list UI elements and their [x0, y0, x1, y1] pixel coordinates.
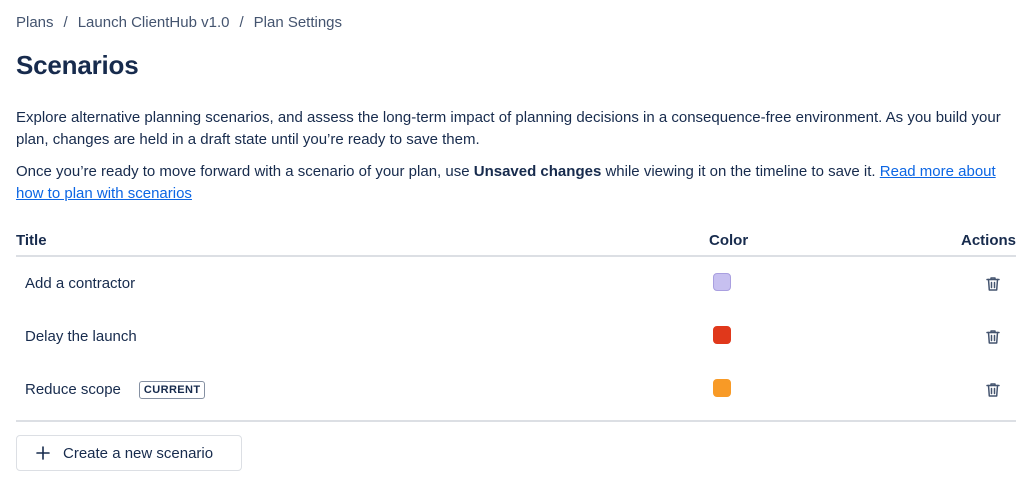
table-body: Add a contractor Delay the launch Reduce…	[16, 257, 1016, 422]
column-header-title: Title	[16, 232, 47, 249]
color-swatch[interactable]	[713, 272, 731, 291]
create-scenario-button[interactable]: Create a new scenario	[16, 435, 242, 471]
color-swatch[interactable]	[713, 325, 731, 344]
unsaved-changes-emphasis: Unsaved changes	[473, 163, 602, 180]
plus-icon	[35, 445, 51, 461]
color-swatch[interactable]	[713, 378, 731, 397]
breadcrumb-separator: /	[239, 14, 244, 31]
breadcrumb-separator: /	[63, 14, 68, 31]
scenario-title: Delay the launch	[25, 328, 137, 345]
instructions-text-suffix: while viewing it on the timeline to save…	[601, 163, 880, 180]
instructions-text: Once you’re ready to move forward with a…	[16, 163, 474, 180]
scenario-title: Add a contractor	[25, 275, 136, 292]
table-row: Add a contractor	[16, 257, 1016, 310]
column-header-color: Color	[709, 232, 749, 249]
breadcrumb: Plans / Launch ClientHub v1.0 / Plan Set…	[16, 14, 342, 31]
current-badge: CURRENT	[138, 380, 206, 399]
scenarios-table: Title Color Actions Add a contractor Del…	[16, 226, 1016, 422]
create-scenario-label: Create a new scenario	[63, 444, 214, 462]
page-title: Scenarios	[16, 50, 139, 80]
column-header-actions: Actions	[960, 232, 1016, 249]
scenario-title: Reduce scope	[25, 381, 121, 398]
table-header: Title Color Actions	[16, 226, 1016, 257]
breadcrumb-plans[interactable]: Plans	[16, 14, 54, 31]
instructions-paragraph: Once you’re ready to move forward with a…	[16, 161, 1016, 205]
description-paragraph: Explore alternative planning scenarios, …	[16, 109, 1001, 148]
trash-icon[interactable]	[984, 328, 1002, 346]
table-row: Reduce scope CURRENT	[16, 363, 1016, 416]
trash-icon[interactable]	[984, 381, 1002, 399]
scenarios-settings-page: Plans / Launch ClientHub v1.0 / Plan Set…	[0, 0, 1024, 482]
trash-icon[interactable]	[984, 275, 1002, 293]
breadcrumb-plan-settings[interactable]: Plan Settings	[254, 14, 342, 31]
breadcrumb-plan[interactable]: Launch ClientHub v1.0	[78, 14, 230, 31]
table-row: Delay the launch	[16, 310, 1016, 363]
